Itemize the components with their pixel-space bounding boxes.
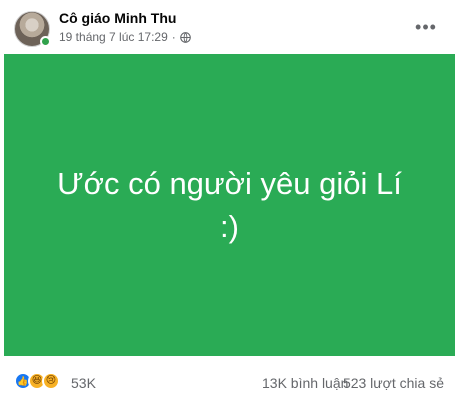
online-status-dot — [40, 36, 51, 47]
reactions-count[interactable]: 53K — [71, 375, 96, 391]
author-name[interactable]: Cô giáo Minh Thu — [59, 10, 176, 26]
globe-icon[interactable] — [179, 31, 191, 43]
comments-count[interactable]: 13K bình luận — [262, 375, 348, 391]
sad-icon[interactable]: 😢 — [42, 372, 60, 390]
reactions-bar: 👍 😆 😢 53K 13K bình luận 523 lượt chia sẻ — [0, 364, 458, 400]
timestamp[interactable]: 19 tháng 7 lúc 17:29 — [59, 30, 168, 44]
post-meta: 19 tháng 7 lúc 17:29 · — [59, 30, 191, 44]
post-text: Ước có người yêu giỏi Lí :) — [57, 166, 402, 244]
reaction-icons[interactable]: 👍 😆 😢 — [14, 372, 60, 390]
post-header: Cô giáo Minh Thu 19 tháng 7 lúc 17:29 · … — [0, 0, 458, 54]
more-options-button[interactable]: ••• — [412, 13, 440, 41]
meta-separator: · — [171, 30, 176, 44]
post-text-card: Ước có người yêu giỏi Lí :) — [4, 54, 455, 356]
shares-count[interactable]: 523 lượt chia sẻ — [343, 375, 444, 391]
avatar-container[interactable] — [14, 11, 51, 47]
